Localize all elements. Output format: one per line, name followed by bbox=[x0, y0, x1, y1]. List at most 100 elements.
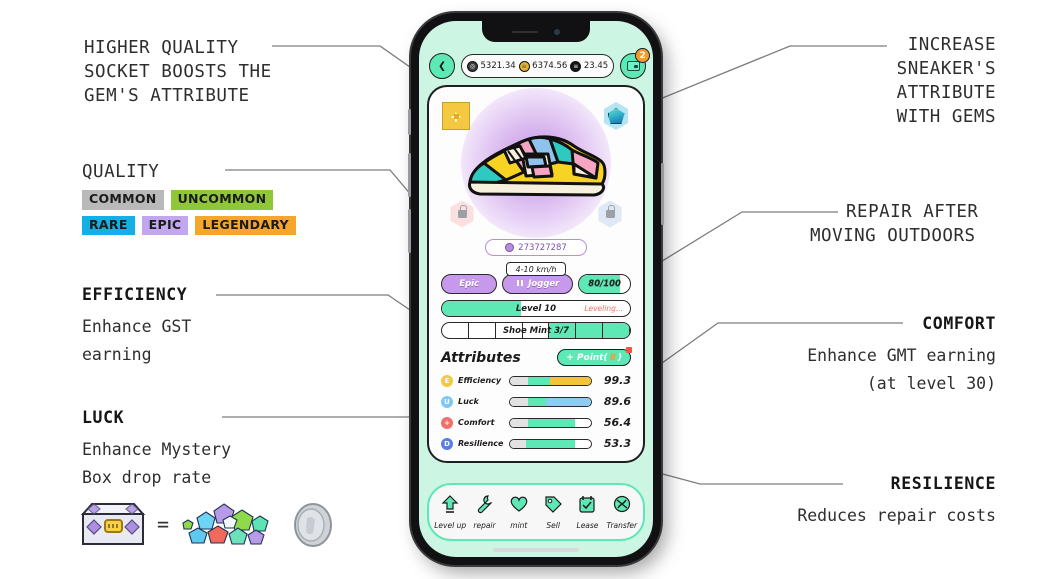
attribute-value: 89.6 bbox=[603, 395, 631, 408]
annotation-socket-line3: GEM'S ATTRIBUTE bbox=[84, 86, 250, 106]
nav-item-mint[interactable]: mint bbox=[502, 494, 536, 530]
attributes-list: E Efficiency 99.3 U Luck 89.6 + Comfort 56.4 D Res… bbox=[441, 370, 631, 454]
quality-chip-rare: RARE bbox=[82, 215, 135, 235]
running-shoe-icon bbox=[517, 280, 524, 286]
attribute-icon-resilience: D bbox=[441, 437, 453, 450]
annotation-socket: HIGHER QUALITY SOCKET BOOSTS THE GEM'S A… bbox=[84, 36, 272, 108]
annotation-efficiency-line2: earning bbox=[82, 345, 152, 364]
attribute-row: U Luck 89.6 bbox=[441, 391, 631, 412]
annotation-gems-line2: SNEAKER'S bbox=[896, 59, 996, 79]
attribute-label: Resilience bbox=[458, 439, 504, 448]
phone-power-button[interactable] bbox=[661, 163, 664, 225]
attribute-row: E Efficiency 99.3 bbox=[441, 370, 631, 391]
quality-tag[interactable]: Epic bbox=[441, 274, 498, 294]
annotation-quality-title: QUALITY bbox=[82, 162, 160, 182]
mint-label: Shoe Mint 3/7 bbox=[502, 325, 570, 336]
nav-item-label: Transfer bbox=[606, 521, 638, 530]
add-point-count: 8 bbox=[609, 352, 616, 363]
attributes-header: Attributes + Point(8) bbox=[441, 347, 632, 366]
sneaker-id-icon bbox=[505, 243, 515, 252]
nav-item-transfer[interactable]: Transfer bbox=[605, 494, 639, 530]
gem-gold-icon: + bbox=[442, 102, 470, 130]
quality-chip-common: COMMON bbox=[82, 190, 164, 210]
level-up-arrow-icon bbox=[440, 494, 460, 518]
phone-notch bbox=[482, 21, 590, 42]
attribute-label: Comfort bbox=[458, 418, 495, 427]
currency-balances[interactable]: ◎ 5321.34 ≡ 6374.56 ≡ 23.45 bbox=[461, 54, 615, 78]
attribute-icon-comfort: + bbox=[441, 416, 453, 429]
annotation-comfort: COMFORT Enhance GMT earning (at level 30… bbox=[807, 314, 996, 398]
sneaker-id-value: 273727287 bbox=[518, 242, 567, 253]
annotation-socket-line1: HIGHER QUALITY bbox=[84, 38, 239, 58]
nav-item-level-up[interactable]: Level up bbox=[433, 494, 467, 530]
phone-mute-switch[interactable] bbox=[408, 109, 411, 135]
durability-tag[interactable]: 80/100 bbox=[578, 274, 631, 294]
annotation-repair-line1: REPAIR AFTER bbox=[846, 202, 979, 222]
phone-mockup: ❮ ◎ 5321.34 ≡ 6374.56 ≡ 23.45 2 + 273727… bbox=[408, 13, 664, 565]
annotation-luck-line1: Enhance Mystery bbox=[82, 440, 232, 459]
lock-icon bbox=[598, 200, 622, 228]
calendar-check-icon bbox=[577, 494, 597, 518]
attribute-label: Luck bbox=[458, 397, 479, 406]
annotation-luck: LUCK Enhance Mystery Box drop rate bbox=[82, 408, 231, 492]
annotation-gems-line1: INCREASE bbox=[907, 35, 996, 55]
annotation-comfort-title: COMFORT bbox=[922, 314, 996, 333]
attribute-icon-luck: U bbox=[441, 395, 453, 408]
equals-sign: = bbox=[157, 512, 170, 536]
annotation-resilience: RESILIENCE Reduces repair costs bbox=[797, 474, 996, 530]
level-status: Leveling... bbox=[584, 304, 623, 313]
wallet-button[interactable]: 2 bbox=[620, 48, 651, 79]
add-point-button[interactable]: + Point(8) bbox=[557, 347, 632, 366]
app-topbar: ❮ ◎ 5321.34 ≡ 6374.56 ≡ 23.45 2 bbox=[419, 48, 653, 81]
nav-item-label: Sell bbox=[546, 521, 560, 530]
tag-icon bbox=[543, 494, 563, 518]
attribute-bar bbox=[509, 396, 592, 407]
annotation-efficiency-title: EFFICIENCY bbox=[82, 285, 188, 304]
nav-item-repair[interactable]: repair bbox=[467, 494, 501, 530]
add-point-prefix: + Point( bbox=[566, 352, 608, 363]
mint-progress-bar: Shoe Mint 3/7 bbox=[441, 322, 631, 339]
gem-socket-gold[interactable]: + bbox=[441, 101, 471, 131]
annotation-gems: INCREASE SNEAKER'S ATTRIBUTE WITH GEMS bbox=[897, 33, 996, 129]
nav-item-label: Lease bbox=[576, 521, 599, 530]
sneaker-tags-row: Epic Jogger 80/100 bbox=[441, 274, 631, 294]
heart-icon bbox=[509, 494, 529, 518]
annotation-gems-line4: WITH GEMS bbox=[896, 107, 996, 127]
wallet-icon bbox=[626, 61, 640, 71]
nav-item-sell[interactable]: Sell bbox=[536, 494, 570, 530]
globe-refresh-icon bbox=[612, 494, 632, 518]
type-tag-label: Jogger bbox=[528, 279, 560, 289]
gem-socket-locked-blue[interactable] bbox=[595, 199, 625, 229]
attribute-value: 53.3 bbox=[603, 437, 631, 450]
phone-volume-up[interactable] bbox=[408, 153, 411, 197]
nav-item-label: Level up bbox=[434, 521, 467, 530]
gem-socket-blue[interactable] bbox=[601, 101, 631, 131]
lock-icon bbox=[450, 200, 474, 228]
annotation-comfort-line2: (at level 30) bbox=[866, 374, 996, 393]
sneaker-hero: + bbox=[429, 87, 643, 239]
currency-gmt-value: 5321.34 bbox=[480, 61, 516, 71]
annotation-comfort-line1: Enhance GMT earning bbox=[807, 346, 996, 365]
type-tag[interactable]: Jogger bbox=[502, 274, 574, 294]
sneaker-image bbox=[468, 135, 607, 197]
annotation-luck-title: LUCK bbox=[82, 408, 125, 427]
attribute-icon-efficiency: E bbox=[441, 374, 453, 387]
gem-pile-icon bbox=[182, 503, 269, 545]
nav-item-lease[interactable]: Lease bbox=[570, 494, 604, 530]
gem-socket-locked-red[interactable] bbox=[447, 199, 477, 229]
gmt-coin-icon: ◎ bbox=[467, 60, 478, 72]
infographic-stage: HIGHER QUALITY SOCKET BOOSTS THE GEM'S A… bbox=[0, 0, 1058, 579]
durability-value: 80/100 bbox=[588, 279, 621, 289]
sneaker-id-pill[interactable]: 273727287 bbox=[485, 239, 587, 256]
wallet-notification-badge: 2 bbox=[635, 48, 651, 63]
annotation-repair: REPAIR AFTER MOVING OUTDOORS bbox=[810, 200, 979, 248]
bottom-nav: Level up repair mint Sell Lease Transfer bbox=[427, 483, 645, 541]
currency-gmt: ◎ 5321.34 bbox=[467, 60, 516, 72]
phone-volume-down[interactable] bbox=[408, 209, 411, 253]
quality-chip-legendary: LEGENDARY bbox=[195, 215, 296, 235]
silver-coin-icon bbox=[294, 503, 333, 547]
back-button[interactable]: ❮ bbox=[429, 53, 455, 79]
sneaker-info: 273727287 4-10 km/h Epic Jogger 80/100 L… bbox=[429, 239, 643, 454]
level-progress-bar: Level 10 Leveling... bbox=[441, 300, 631, 317]
annotation-socket-line2: SOCKET BOOSTS THE bbox=[84, 62, 272, 82]
